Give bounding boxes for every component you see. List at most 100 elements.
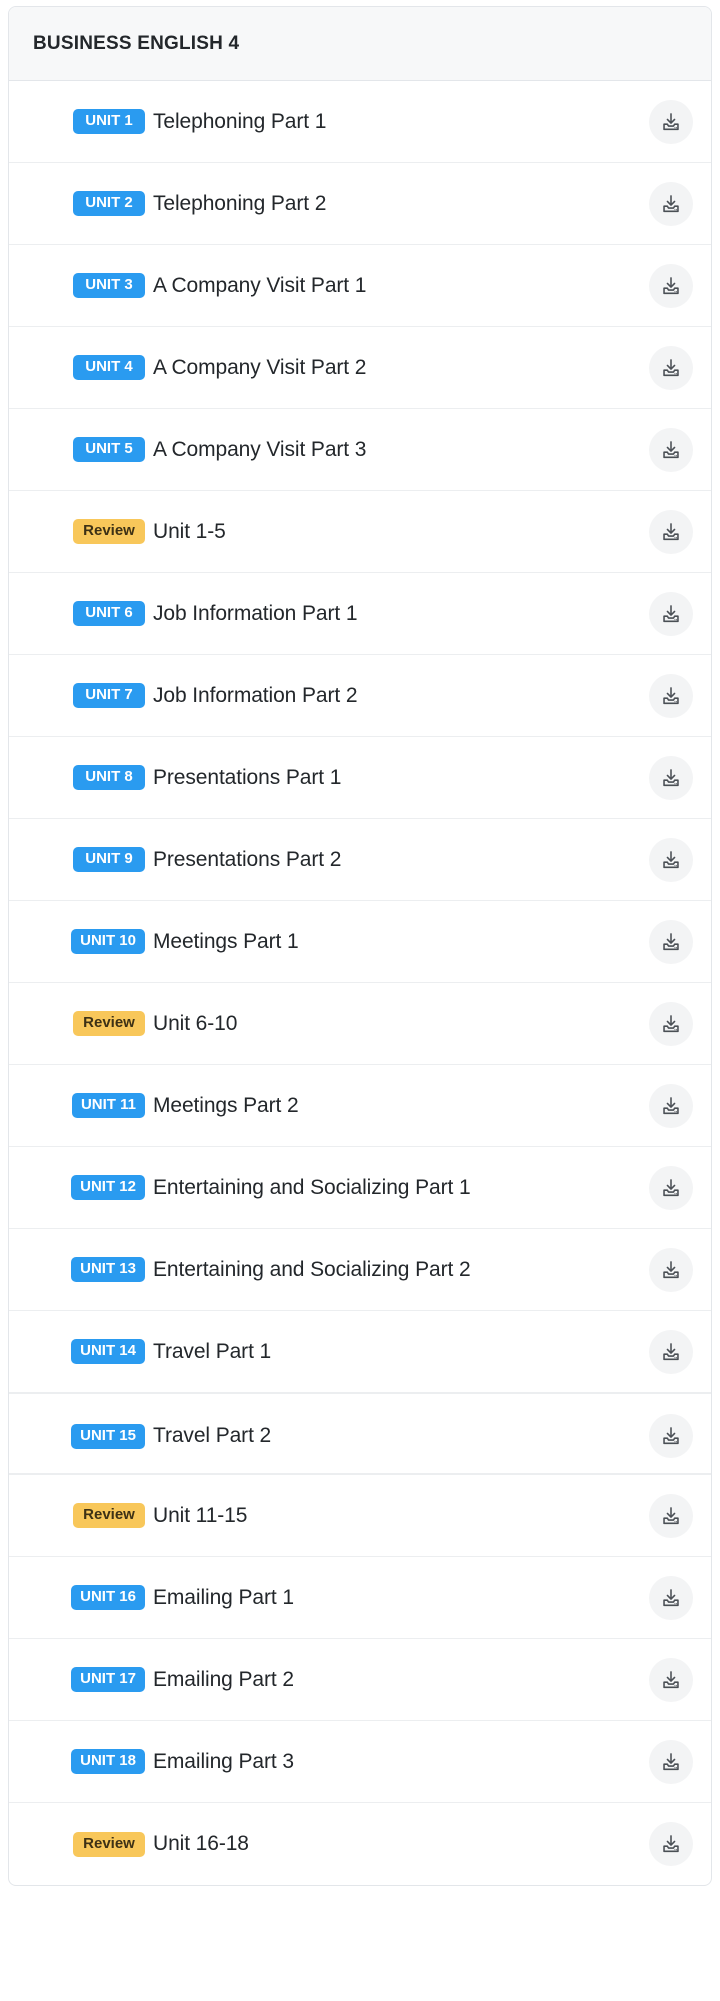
unit-row[interactable]: UNIT 9 Presentations Part 2 [9,819,711,901]
download-button[interactable] [649,755,693,800]
unit-row[interactable]: UNIT 8 Presentations Part 1 [9,737,711,819]
download-icon [660,849,682,871]
unit-badge: UNIT 15 [71,1423,145,1449]
unit-title: Unit 11-15 [153,1503,248,1527]
unit-row-text: UNIT 4 A Company Visit Part 2 [25,351,641,385]
unit-row[interactable]: Review Unit 1-5 [9,491,711,573]
review-badge: Review [73,1503,145,1528]
download-icon [660,1833,682,1855]
download-button[interactable] [649,1414,693,1458]
unit-row[interactable]: Review Unit 16-18 [9,1803,711,1885]
unit-row[interactable]: UNIT 13 Entertaining and Socializing Part… [9,1229,711,1311]
unit-title: Meetings Part 1 [153,929,299,953]
download-icon [660,1505,682,1527]
unit-row[interactable]: UNIT 11 Meetings Part 2 [9,1065,711,1147]
unit-title: Telephoning Part 2 [153,191,327,215]
download-button[interactable] [649,1083,693,1128]
unit-badge-column: UNIT 1 [25,105,153,139]
unit-title: Unit 1-5 [153,519,226,543]
unit-badge: UNIT 14 [71,1339,145,1364]
unit-row[interactable]: UNIT 16 Emailing Part 1 [9,1557,711,1639]
download-button[interactable] [649,1493,693,1538]
download-button[interactable] [649,1165,693,1210]
unit-badge-column: UNIT 7 [25,679,153,713]
unit-row[interactable]: UNIT 2 Telephoning Part 2 [9,163,711,245]
unit-row[interactable]: UNIT 4 A Company Visit Part 2 [9,327,711,409]
download-button[interactable] [649,1657,693,1702]
unit-row[interactable]: UNIT 1 Telephoning Part 1 [9,81,711,163]
download-button[interactable] [649,509,693,554]
unit-row[interactable]: Review Unit 11-15 [9,1475,711,1557]
unit-row-content: Review Unit 11-15 [25,1483,641,1549]
unit-badge-column: UNIT 17 [25,1663,153,1697]
download-icon [660,357,682,379]
download-button[interactable] [649,427,693,472]
unit-row[interactable]: Review Unit 6-10 [9,983,711,1065]
download-button[interactable] [649,263,693,308]
download-button[interactable] [649,345,693,390]
unit-row[interactable]: UNIT 15 Travel Part 2 [9,1393,711,1475]
unit-title: Unit 16-18 [153,1832,249,1855]
download-icon [660,931,682,953]
unit-badge: UNIT 10 [71,929,145,954]
unit-row-text: UNIT 6 Job Information Part 1 [25,597,641,631]
download-button[interactable] [649,1822,693,1866]
download-icon [660,685,682,707]
unit-row-text: UNIT 8 Presentations Part 1 [25,761,641,795]
download-button[interactable] [649,673,693,718]
unit-row-content: UNIT 11 Meetings Part 2 [25,1073,641,1139]
download-button[interactable] [649,1739,693,1784]
download-button[interactable] [649,919,693,964]
download-button[interactable] [649,591,693,636]
unit-row-content: UNIT 14 Travel Part 1 [25,1319,641,1385]
unit-row-content: UNIT 6 Job Information Part 1 [25,581,641,647]
download-icon [660,1095,682,1117]
download-button[interactable] [649,181,693,226]
unit-row-text: UNIT 16 Emailing Part 1 [25,1581,641,1615]
unit-badge-column: UNIT 16 [25,1581,153,1615]
unit-title: Unit 6-10 [153,1011,238,1035]
unit-row[interactable]: UNIT 7 Job Information Part 2 [9,655,711,737]
unit-row[interactable]: UNIT 18 Emailing Part 3 [9,1721,711,1803]
unit-badge-column: UNIT 5 [25,433,153,467]
unit-title: Presentations Part 1 [153,765,342,789]
unit-row-text: UNIT 9 Presentations Part 2 [25,843,641,877]
unit-badge: UNIT 2 [73,191,145,216]
download-icon [660,1177,682,1199]
unit-row[interactable]: UNIT 6 Job Information Part 1 [9,573,711,655]
unit-row-text: Review Unit 6-10 [25,1007,641,1041]
unit-row[interactable]: UNIT 14 Travel Part 1 [9,1311,711,1393]
unit-title: Entertaining and Socializing Part 2 [153,1257,471,1281]
download-button[interactable] [649,99,693,144]
unit-row[interactable]: UNIT 3 A Company Visit Part 1 [9,245,711,327]
unit-row-content: UNIT 10 Meetings Part 1 [25,909,641,975]
unit-title: Emailing Part 2 [153,1667,294,1691]
unit-row-text: UNIT 2 Telephoning Part 2 [25,187,641,221]
unit-row[interactable]: UNIT 12 Entertaining and Socializing Part… [9,1147,711,1229]
unit-row-text: Review Unit 1-5 [25,515,641,549]
unit-badge-column: UNIT 12 [25,1171,153,1205]
unit-badge-column: Review [25,1499,153,1533]
unit-title: Emailing Part 1 [153,1585,294,1609]
unit-badge-column: UNIT 6 [25,597,153,631]
download-button[interactable] [649,1247,693,1292]
unit-badge: UNIT 5 [73,437,145,462]
download-icon [660,1013,682,1035]
download-button[interactable] [649,1575,693,1620]
unit-row[interactable]: UNIT 5 A Company Visit Part 3 [9,409,711,491]
download-button[interactable] [649,837,693,882]
unit-row[interactable]: UNIT 17 Emailing Part 2 [9,1639,711,1721]
unit-badge: UNIT 9 [73,847,145,872]
unit-row[interactable]: UNIT 10 Meetings Part 1 [9,901,711,983]
unit-row-text: UNIT 7 Job Information Part 2 [25,679,641,713]
download-icon [660,1751,682,1773]
download-button[interactable] [649,1329,693,1374]
unit-badge-column: UNIT 10 [25,925,153,959]
unit-title: Entertaining and Socializing Part 1 [153,1175,471,1199]
unit-badge: UNIT 6 [73,601,145,626]
unit-title: A Company Visit Part 3 [153,437,367,461]
unit-row-text: UNIT 10 Meetings Part 1 [25,925,641,959]
unit-badge-column: UNIT 4 [25,351,153,385]
unit-row-content: UNIT 3 A Company Visit Part 1 [25,253,641,319]
download-button[interactable] [649,1001,693,1046]
